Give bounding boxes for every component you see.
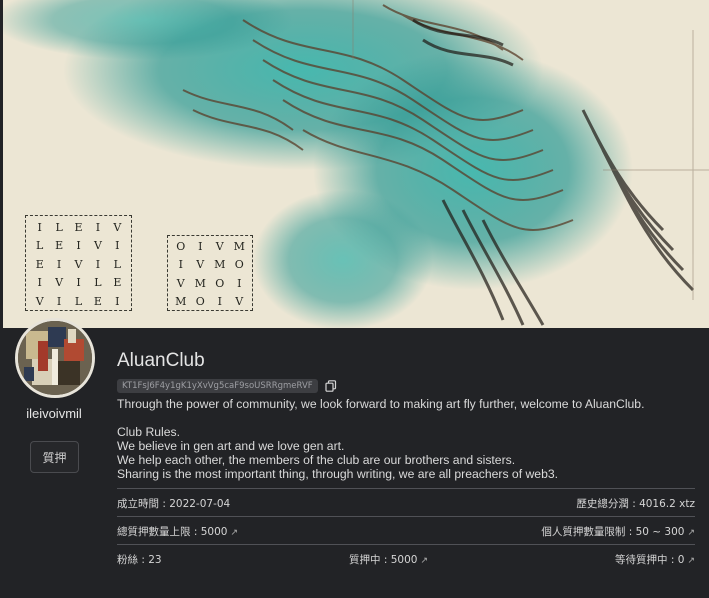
grid-row: LEIVI (30, 237, 127, 256)
grid-letter: I (217, 295, 222, 309)
grid-row: VILEI (30, 292, 127, 311)
contract-address: KT1FsJ6F4y1gK1yXvVg5caF9soUSRRgmeRVF (117, 379, 318, 393)
grid-letter: I (37, 276, 42, 290)
pending-stake-label: 等待質押中 : 0 (615, 554, 685, 566)
grid-row: IVILE (30, 274, 127, 293)
grid-letter: O (234, 258, 244, 272)
divider (117, 488, 695, 489)
club-avatar[interactable] (15, 318, 95, 398)
grid-letter: M (233, 239, 245, 253)
personal-stake-limit: 個人質押數量限制 : 50 ~ 300 ↗ (541, 524, 695, 539)
grid-letter: M (214, 258, 226, 272)
grid-letter: V (196, 258, 205, 272)
divider (117, 544, 695, 545)
staking-count-label: 質押中 : 5000 (349, 554, 418, 566)
grid-letter: V (235, 295, 244, 309)
grid-letter: O (195, 295, 205, 309)
external-link-icon[interactable]: ↗ (420, 556, 428, 566)
grid-letter: V (93, 239, 102, 253)
external-link-icon[interactable]: ↗ (687, 528, 695, 538)
club-description: Through the power of community, we look … (117, 397, 697, 481)
grid-letter: I (237, 276, 242, 290)
grid-row: IVMO (171, 256, 249, 275)
grid-row: MOIV (171, 293, 249, 312)
grid-letter: O (215, 276, 225, 290)
username: ileivoivmil (26, 406, 82, 421)
grid-letter: O (176, 239, 186, 253)
grid-letter: E (74, 220, 83, 234)
grid-letter: E (35, 257, 44, 271)
grid-letter: L (55, 220, 63, 234)
grid-letter: L (113, 257, 121, 271)
divider (117, 516, 695, 517)
grid-letter: V (215, 239, 224, 253)
grid-letter: M (194, 276, 206, 290)
description-line: We believe in gen art and we love gen ar… (117, 439, 345, 453)
stake-button[interactable]: 質押 (30, 441, 79, 473)
followers-count: 粉絲 : 23 (117, 554, 162, 566)
letter-grid-right: OIVMIVMOVMOIMOIV (167, 235, 253, 311)
grid-letter: I (37, 220, 42, 234)
contract-address-row: KT1FsJ6F4y1gK1yXvVg5caF9soUSRRgmeRVF (117, 379, 337, 393)
grid-row: VMOI (171, 274, 249, 293)
grid-letter: V (113, 220, 122, 234)
grid-letter: I (56, 294, 62, 308)
founded-date: 成立時間 : 2022-07-04 (117, 498, 231, 510)
grid-letter: I (198, 239, 203, 253)
description-line: Sharing is the most important thing, thr… (117, 467, 559, 481)
external-link-icon[interactable]: ↗ (687, 556, 695, 566)
grid-letter: L (74, 294, 83, 308)
grid-letter: V (35, 294, 44, 308)
grid-row: ILEIV (30, 218, 127, 237)
total-dividend: 歷史總分潤 : 4016.2 xtz (576, 498, 695, 510)
grid-letter: L (94, 276, 102, 290)
grid-letter: I (76, 239, 81, 253)
grid-letter: I (95, 257, 101, 271)
grid-letter: E (93, 294, 102, 308)
total-stake-limit: 總質押數量上限 : 5000 ↗ (117, 524, 238, 539)
description-line: Club Rules. (117, 425, 180, 439)
grid-letter: I (95, 220, 101, 234)
grid-letter: M (175, 295, 187, 309)
grid-letter: V (55, 276, 64, 290)
pending-stake-count: 等待質押中 : 0 ↗ (615, 552, 695, 567)
personal-stake-limit-label: 個人質押數量限制 : 50 ~ 300 (541, 526, 685, 538)
copy-icon[interactable] (325, 380, 337, 392)
description-line: Through the power of community, we look … (117, 397, 645, 411)
total-stake-limit-label: 總質押數量上限 : 5000 (117, 526, 228, 538)
avatar-art (18, 321, 92, 395)
grid-letter: V (176, 276, 185, 290)
grid-letter: I (76, 276, 81, 290)
grid-letter: L (36, 239, 44, 253)
grid-letter: E (55, 239, 64, 253)
grid-letter: I (178, 258, 183, 272)
grid-letter: V (74, 257, 83, 271)
staking-count: 質押中 : 5000 ↗ (349, 552, 428, 567)
letter-grid-left: ILEIVLEIVIEIVILIVILEVILEI (25, 215, 132, 311)
external-link-icon[interactable]: ↗ (230, 528, 238, 538)
grid-letter: I (115, 239, 120, 253)
grid-letter: I (115, 294, 120, 308)
grid-row: EIVIL (30, 255, 127, 274)
club-name: AluanClub (117, 350, 205, 371)
description-line: We help each other, the members of the c… (117, 453, 516, 467)
grid-letter: E (113, 276, 122, 290)
description-line (117, 411, 697, 425)
grid-letter: I (56, 257, 62, 271)
grid-row: OIVM (171, 237, 249, 256)
